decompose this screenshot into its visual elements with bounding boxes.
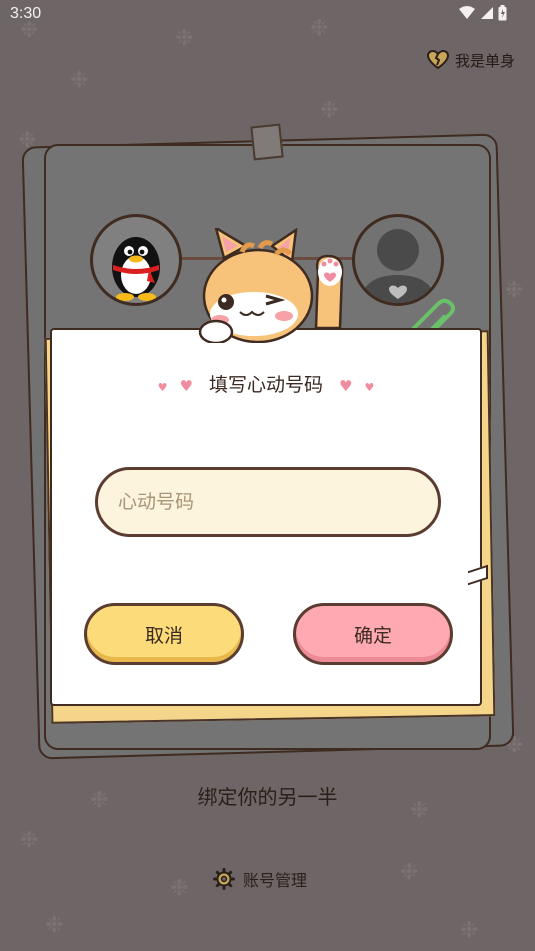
dialog-title: ♥ ♥ 填写心动号码 ♥ ♥ [52,370,480,397]
paw-print-icon: ❉ [505,278,524,303]
my-avatar[interactable] [90,214,182,306]
signal-icon [481,7,493,19]
penguin-avatar-icon [112,237,160,301]
paw-print-icon: ❉ [175,26,194,51]
gear-icon [213,868,235,890]
wifi-icon [459,6,475,19]
status-bar: 3:30 [0,0,535,30]
bind-partner-text[interactable]: 绑定你的另一半 [0,781,535,810]
status-time: 3:30 [10,5,42,22]
heart-icon: ♥ [339,377,353,395]
heart-code-input[interactable] [95,467,441,537]
tape [250,123,284,161]
paw-print-icon: ❉ [460,918,479,943]
partner-avatar[interactable] [352,214,444,306]
account-management-label: 账号管理 [243,871,308,890]
confirm-button-label: 确定 [353,624,392,647]
paw-print-icon: ❉ [320,98,339,123]
user-placeholder-icon [359,229,437,303]
dialog-title-text: 填写心动号码 [208,374,323,396]
paw-print-icon: ❉ [400,860,419,885]
single-status-button[interactable]: 我是单身 [426,48,515,72]
paw-print-icon: ❉ [20,828,39,853]
battery-icon [498,5,507,21]
heart-icon: ♥ [157,381,168,394]
confirm-button[interactable]: 确定 [293,603,453,665]
paw-print-icon: ❉ [70,68,89,93]
heart-icon: ♥ [179,377,193,395]
status-icons [458,5,507,21]
single-status-label: 我是单身 [454,51,515,70]
cancel-button-label: 取消 [144,624,183,647]
paw-print-icon: ❉ [45,913,64,938]
heart-icon: ♥ [364,381,375,394]
paw-print-icon: ❉ [170,876,189,901]
account-management-button[interactable]: 账号管理 [213,866,307,892]
bind-dialog: ♥ ♥ 填写心动号码 ♥ ♥ 取消 确定 [50,328,482,706]
broken-heart-icon [426,50,449,70]
cat-illustration [198,228,344,343]
cancel-button[interactable]: 取消 [84,603,244,665]
